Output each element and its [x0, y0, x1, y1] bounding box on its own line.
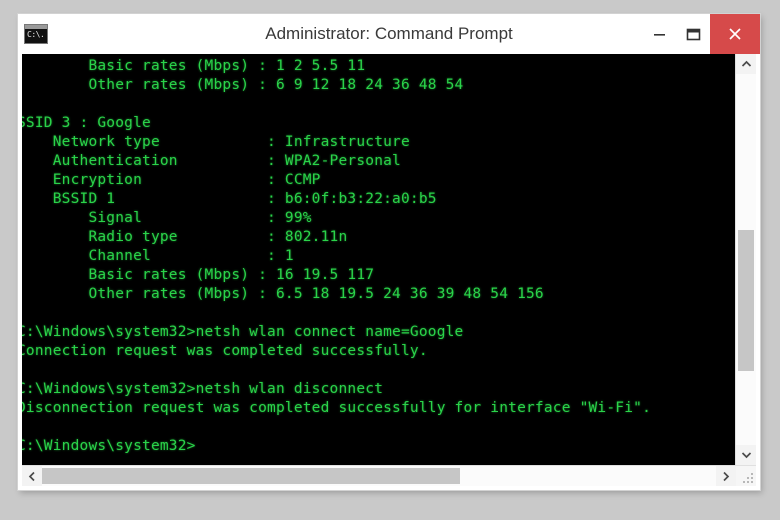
horizontal-scroll-thumb[interactable]	[42, 468, 460, 484]
console-line: Authentication : WPA2-Personal	[22, 153, 401, 169]
maximize-button[interactable]	[676, 14, 710, 54]
scroll-left-button[interactable]	[22, 466, 42, 486]
console-line: Other rates (Mbps) : 6 9 12 18 24 36 48 …	[22, 77, 464, 93]
scroll-up-icon	[741, 60, 751, 67]
console-line: Signal : 99%	[22, 210, 312, 226]
grip-dot	[751, 473, 753, 475]
scroll-down-button[interactable]	[736, 445, 756, 465]
console-line: Network type : Infrastructure	[22, 134, 410, 150]
console-line: BSSID 1 : b6:0f:b3:22:a0:b5	[22, 191, 437, 207]
console-line: Connection request was completed success…	[22, 343, 428, 359]
console-line: Basic rates (Mbps) : 16 19.5 117	[22, 267, 375, 283]
scroll-left-icon	[28, 471, 35, 481]
close-icon	[729, 28, 741, 40]
horizontal-scrollbar[interactable]	[22, 466, 736, 486]
horizontal-scrollbar-row	[22, 465, 756, 486]
scroll-up-button[interactable]	[736, 54, 756, 74]
console-line: Encryption : CCMP	[22, 172, 321, 188]
scroll-down-icon	[741, 452, 751, 459]
grip-dot	[747, 477, 749, 479]
command-prompt-window: C:\. Administrator: Command Prompt Basic…	[18, 14, 760, 490]
scroll-right-icon	[723, 471, 730, 481]
close-button[interactable]	[710, 14, 760, 54]
scroll-right-button[interactable]	[716, 466, 736, 486]
console-text: Basic rates (Mbps) : 1 2 5.5 11 Other ra…	[22, 57, 735, 456]
horizontal-scroll-track[interactable]	[42, 466, 716, 486]
minimize-button[interactable]	[642, 14, 676, 54]
console-output[interactable]: Basic rates (Mbps) : 1 2 5.5 11 Other ra…	[22, 54, 735, 465]
console-line: Disconnection request was completed succ…	[22, 400, 652, 416]
vertical-scroll-track[interactable]	[736, 74, 756, 445]
grip-dot	[751, 481, 753, 483]
console-line: C:\Windows\system32>netsh wlan connect n…	[22, 324, 464, 340]
console-scroll-region: Basic rates (Mbps) : 1 2 5.5 11 Other ra…	[22, 54, 756, 465]
window-controls	[642, 14, 760, 54]
console-line: Other rates (Mbps) : 6.5 18 19.5 24 36 3…	[22, 286, 544, 302]
console-line: Radio type : 802.11n	[22, 229, 348, 245]
grip-dot	[751, 477, 753, 479]
console-area: Basic rates (Mbps) : 1 2 5.5 11 Other ra…	[22, 54, 756, 486]
console-icon: C:\.	[24, 24, 48, 44]
grip-dot	[743, 481, 745, 483]
console-icon-prompt: C:\.	[27, 30, 45, 39]
console-line: Basic rates (Mbps) : 1 2 5.5 11	[22, 58, 366, 74]
resize-grip-icon[interactable]	[736, 466, 756, 486]
vertical-scroll-thumb[interactable]	[738, 229, 754, 371]
title-bar[interactable]: C:\. Administrator: Command Prompt	[18, 14, 760, 54]
maximize-icon	[686, 28, 700, 40]
grip-dot	[747, 481, 749, 483]
console-line: SSID 3 : Google	[22, 115, 151, 131]
console-line: Channel : 1	[22, 248, 294, 264]
console-line: C:\Windows\system32>netsh wlan disconnec…	[22, 381, 384, 397]
console-line: C:\Windows\system32>	[22, 438, 196, 454]
vertical-scrollbar[interactable]	[735, 54, 756, 465]
minimize-icon	[653, 33, 665, 36]
